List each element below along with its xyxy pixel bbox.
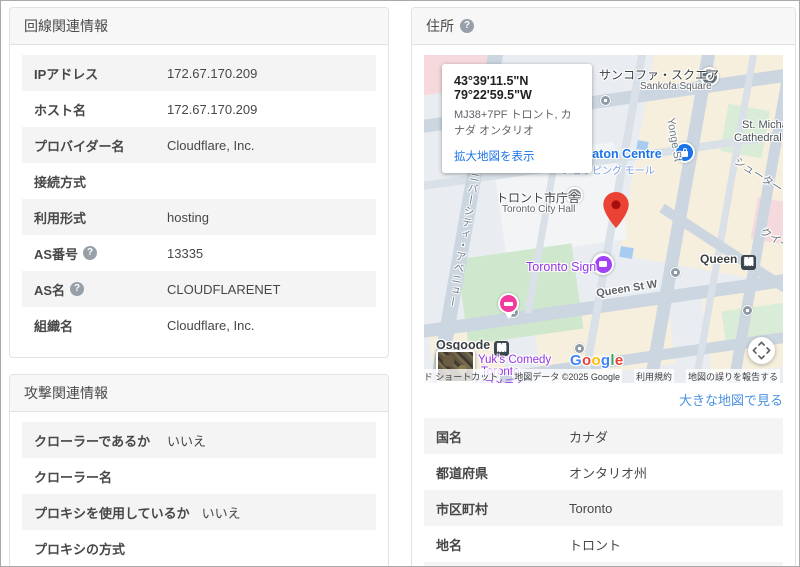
map-data-text: 地図データ ©2025 Google [512,369,622,383]
row-label: 市区町村 [436,499,569,518]
help-icon[interactable]: ? [70,282,84,296]
transit-entrance-icon [670,267,681,278]
row-label: 地名 [436,535,569,554]
left-column: 回線関連情報 IPアドレス 172.67.170.209 ホスト名 172.67… [9,7,389,566]
attack-info-panel: 攻撃関連情報 クローラーであるか いいえ クローラー名 プロキシを使用しているか… [9,374,389,567]
report-error-link[interactable]: 地図の誤りを報告する [686,369,780,383]
table-row: ホスト名 172.67.170.209 [22,91,376,127]
row-label: AS番号 ? [34,244,167,263]
table-row [424,562,783,567]
transit-entrance-icon [600,95,611,106]
terms-link[interactable]: 利用規約 [634,369,674,383]
coordinates-text: 43°39'11.5"N 79°22'59.5"W [454,74,580,102]
row-value: 172.67.170.209 [167,102,364,117]
row-label: クローラー名 [34,467,167,486]
line-info-body: IPアドレス 172.67.170.209 ホスト名 172.67.170.20… [10,45,388,357]
map-label-city-hall-en: Toronto City Hall [502,204,575,215]
table-row: 都道府県 オンタリオ州 [424,454,783,490]
table-row: 地名 トロント [424,526,783,562]
row-label: 都道府県 [436,463,569,482]
enlarge-map-row: 大きな地図で見る [424,390,783,409]
address-header: 住所 ? [412,8,795,45]
row-value: カナダ [569,427,771,446]
row-value: CLOUDFLARENET [167,282,364,297]
line-info-title: 回線関連情報 [24,16,108,36]
map-label-st-michaels-1: St. Michael's [742,119,783,131]
row-label: 国名 [436,427,569,446]
table-row: AS番号 ? 13335 [22,235,376,271]
table-row: プロバイダー名 Cloudflare, Inc. [22,127,376,163]
row-value: オンタリオ州 [569,463,771,482]
table-row: プロキシの方式 [22,530,376,566]
map-label-sankofa-en: Sankofa Square [640,81,712,92]
table-row: 国名 カナダ [424,418,783,454]
table-row: AS名 ? CLOUDFLARENET [22,271,376,307]
row-value: hosting [167,210,364,225]
row-value: いいえ [202,503,364,522]
row-value: Toronto [569,501,771,516]
table-row: IPアドレス 172.67.170.209 [22,55,376,91]
table-row: 組織名 Cloudflare, Inc. [22,307,376,343]
row-label: プロバイダー名 [34,136,167,155]
pan-control[interactable] [748,337,775,364]
row-label: ホスト名 [34,100,167,119]
table-row: クローラー名 [22,458,376,494]
row-value: いいえ [167,431,364,450]
line-info-header: 回線関連情報 [10,8,388,45]
map-pool [619,246,634,259]
address-panel: 住所 ? [411,7,796,567]
map-label-st-michaels-2: Cathedral Basilica [734,132,783,144]
table-row: クローラーであるか いいえ [22,422,376,458]
row-label: 利用形式 [34,208,167,227]
attack-info-title: 攻撃関連情報 [24,383,108,403]
map-info-window: 43°39'11.5"N 79°22'59.5"W MJ38+7PF トロント,… [442,64,592,173]
help-icon[interactable]: ? [83,246,97,260]
table-row: 利用形式 hosting [22,199,376,235]
address-title: 住所 [426,16,454,36]
row-label: 組織名 [34,316,167,335]
right-column: 住所 ? [411,7,796,566]
row-label: クローラーであるか [34,431,167,450]
lodging-icon[interactable] [498,293,519,314]
row-value: 172.67.170.209 [167,66,364,81]
map-label-yuks-1: Yuk's Comedy [478,354,551,366]
map-label-comedy-fragment: コメディ [484,375,523,383]
view-larger-map-link[interactable]: 拡大地図を表示 [454,148,580,164]
google-map-embed[interactable]: サンコファ・スクエア Sankofa Square Yonge St St. M… [424,55,783,383]
row-label: AS名 ? [34,280,167,299]
help-icon[interactable]: ? [460,19,474,33]
transit-entrance-icon [742,305,753,316]
attack-info-header: 攻撃関連情報 [10,375,388,412]
google-logo[interactable]: Google [570,352,624,369]
plus-code-text: MJ38+7PF トロント, カナダ オンタリオ [454,108,580,140]
row-label: 接続方式 [34,172,167,191]
row-value: Cloudflare, Inc. [167,138,364,153]
map-label-queen-station: QueenM [700,252,756,270]
map-label-toronto-sign: Toronto Sign [526,260,596,274]
table-row: 市区町村 Toronto [424,490,783,526]
page: 回線関連情報 IPアドレス 172.67.170.209 ホスト名 172.67… [0,0,800,567]
row-value: Cloudflare, Inc. [167,318,364,333]
line-info-panel: 回線関連情報 IPアドレス 172.67.170.209 ホスト名 172.67… [9,7,389,358]
table-row: 接続方式 [22,163,376,199]
row-label: プロキシの方式 [34,539,167,558]
row-label: IPアドレス [34,64,167,83]
row-value: 13335 [167,246,364,261]
row-label: プロキシを使用しているか [34,503,202,522]
attack-info-body: クローラーであるか いいえ クローラー名 プロキシを使用しているか いいえ プロ… [10,412,388,567]
pan-arrows-icon [750,339,773,362]
table-row: プロキシを使用しているか いいえ [22,494,376,530]
subway-icon: M [741,255,756,270]
row-value: トロント [569,535,771,554]
view-bigger-map-link[interactable]: 大きな地図で見る [679,393,783,408]
address-body: サンコファ・スクエア Sankofa Square Yonge St St. M… [412,45,795,567]
address-rows: 国名 カナダ 都道府県 オンタリオ州 市区町村 Toronto 地名 トロント [424,418,783,567]
map-attribution: キーボード ショートカット 地図データ ©2025 Google 利用規約 地図… [424,370,783,383]
map-marker-pin[interactable] [603,192,629,233]
